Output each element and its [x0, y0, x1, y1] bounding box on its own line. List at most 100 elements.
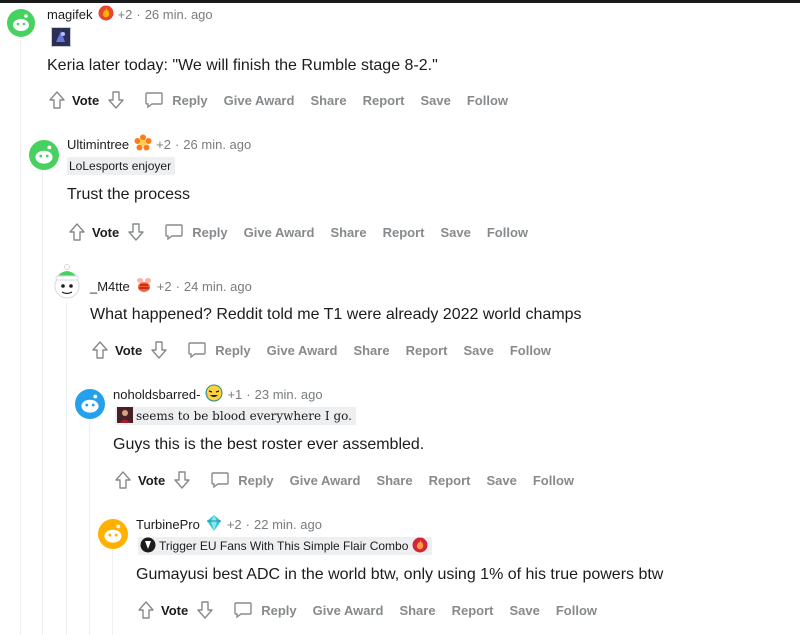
comment-body: Guys this is the best roster ever assemb… — [113, 436, 425, 453]
share-button[interactable]: Share — [310, 93, 346, 108]
reply-button[interactable]: Reply — [187, 340, 251, 360]
comment: Ultimintree +2 · 26 min. ago LoLesports … — [29, 134, 789, 254]
avatar[interactable] — [7, 9, 35, 42]
snoo-avatar-icon — [98, 519, 128, 549]
top-bar — [0, 0, 800, 3]
report-button[interactable]: Report — [429, 473, 471, 488]
user-flair-image — [51, 27, 71, 47]
vote-label: Vote — [161, 602, 189, 618]
upvote-button[interactable] — [65, 220, 89, 244]
fire-award-icon — [98, 5, 114, 24]
action-bar: Vote Reply Give Award Share Report Save … — [45, 88, 524, 112]
comment-bubble-icon — [188, 342, 206, 359]
reply-label: Reply — [238, 472, 274, 488]
downvote-button[interactable] — [170, 468, 194, 492]
give-award-button[interactable]: Give Award — [244, 225, 315, 240]
report-button[interactable]: Report — [406, 343, 448, 358]
timestamp[interactable]: 26 min. ago — [145, 7, 213, 22]
timestamp[interactable]: 26 min. ago — [183, 137, 251, 152]
vote-label: Vote — [72, 92, 100, 108]
follow-button[interactable]: Follow — [467, 93, 508, 108]
comment-bubble-icon — [165, 224, 183, 241]
report-button[interactable]: Report — [383, 225, 425, 240]
user-flair: seems to be blood everywhere I go. — [115, 406, 356, 426]
reply-label: Reply — [172, 92, 208, 108]
timestamp[interactable]: 24 min. ago — [184, 279, 252, 294]
upvote-button[interactable] — [111, 468, 135, 492]
flair-text: Trigger EU Fans With This Simple Flair C… — [159, 539, 409, 553]
reply-button[interactable]: Reply — [144, 90, 208, 110]
vote-label: Vote — [92, 224, 120, 240]
thread-line[interactable] — [20, 40, 21, 635]
downvote-button[interactable] — [104, 88, 128, 112]
downvote-arrow-icon — [151, 341, 167, 359]
reply-button[interactable]: Reply — [164, 222, 228, 242]
avatar[interactable] — [98, 519, 128, 554]
give-award-button[interactable]: Give Award — [267, 343, 338, 358]
avatar[interactable] — [52, 264, 82, 305]
save-button[interactable]: Save — [486, 473, 516, 488]
flair-text: LoLesports enjoyer — [69, 159, 172, 173]
share-button[interactable]: Share — [353, 343, 389, 358]
snoo-avatar-icon — [75, 389, 105, 419]
username[interactable]: noholdsbarred- — [113, 387, 200, 402]
give-award-button[interactable]: Give Award — [224, 93, 295, 108]
action-bar: Vote Reply Give Award Share Report Save … — [88, 338, 567, 362]
reply-button[interactable]: Reply — [210, 470, 274, 490]
give-award-button[interactable]: Give Award — [290, 473, 361, 488]
follow-button[interactable]: Follow — [487, 225, 528, 240]
laughing-emoji-icon — [205, 384, 223, 405]
separator: · — [245, 516, 250, 532]
downvote-arrow-icon — [128, 223, 144, 241]
share-button[interactable]: Share — [399, 603, 435, 618]
upvote-button[interactable] — [134, 598, 158, 622]
comment-body: Keria later today: "We will finish the R… — [47, 57, 438, 74]
downvote-button[interactable] — [193, 598, 217, 622]
karma-count: +2 — [226, 516, 242, 532]
comment-bubble-icon — [234, 602, 252, 619]
reply-label: Reply — [215, 342, 251, 358]
reply-button[interactable]: Reply — [233, 600, 297, 620]
downvote-arrow-icon — [197, 601, 213, 619]
comment-bubble-icon — [211, 472, 229, 489]
upvote-arrow-icon — [138, 601, 154, 619]
save-button[interactable]: Save — [440, 225, 470, 240]
follow-button[interactable]: Follow — [556, 603, 597, 618]
username[interactable]: _M4tte — [90, 279, 130, 294]
save-button[interactable]: Save — [463, 343, 493, 358]
report-button[interactable]: Report — [452, 603, 494, 618]
avatar[interactable] — [29, 140, 59, 175]
report-button[interactable]: Report — [363, 93, 405, 108]
separator: · — [136, 6, 141, 22]
flair-character-icon — [117, 406, 133, 426]
username[interactable]: magifek — [47, 7, 93, 22]
share-button[interactable]: Share — [330, 225, 366, 240]
username[interactable]: TurbinePro — [136, 517, 200, 532]
upvote-button[interactable] — [45, 88, 69, 112]
comment-body: What happened? Reddit told me T1 were al… — [90, 306, 582, 323]
comment: _M4tte +2 · 24 min. ago What happened? R… — [52, 264, 792, 384]
follow-button[interactable]: Follow — [510, 343, 551, 358]
downvote-button[interactable] — [147, 338, 171, 362]
give-award-button[interactable]: Give Award — [313, 603, 384, 618]
timestamp[interactable]: 23 min. ago — [255, 387, 323, 402]
comment: magifek +2 · 26 min. ago Keria later tod… — [7, 4, 797, 124]
upvote-arrow-icon — [69, 223, 85, 241]
user-flair: LoLesports enjoyer — [67, 157, 176, 175]
karma-count: +2 — [156, 136, 171, 152]
diamond-emoji-icon — [205, 514, 223, 535]
flower-emoji-icon — [134, 134, 152, 155]
downvote-button[interactable] — [124, 220, 148, 244]
upvote-button[interactable] — [88, 338, 112, 362]
user-flair: Trigger EU Fans With This Simple Flair C… — [138, 537, 433, 556]
timestamp[interactable]: 22 min. ago — [254, 517, 322, 532]
username[interactable]: Ultimintree — [67, 137, 129, 152]
share-button[interactable]: Share — [376, 473, 412, 488]
fire-award-icon — [412, 537, 428, 556]
avatar[interactable] — [75, 389, 105, 424]
save-button[interactable]: Save — [420, 93, 450, 108]
vote-label: Vote — [115, 342, 143, 358]
follow-button[interactable]: Follow — [533, 473, 574, 488]
flair-text: seems to be blood everywhere I go. — [136, 409, 352, 423]
save-button[interactable]: Save — [509, 603, 539, 618]
